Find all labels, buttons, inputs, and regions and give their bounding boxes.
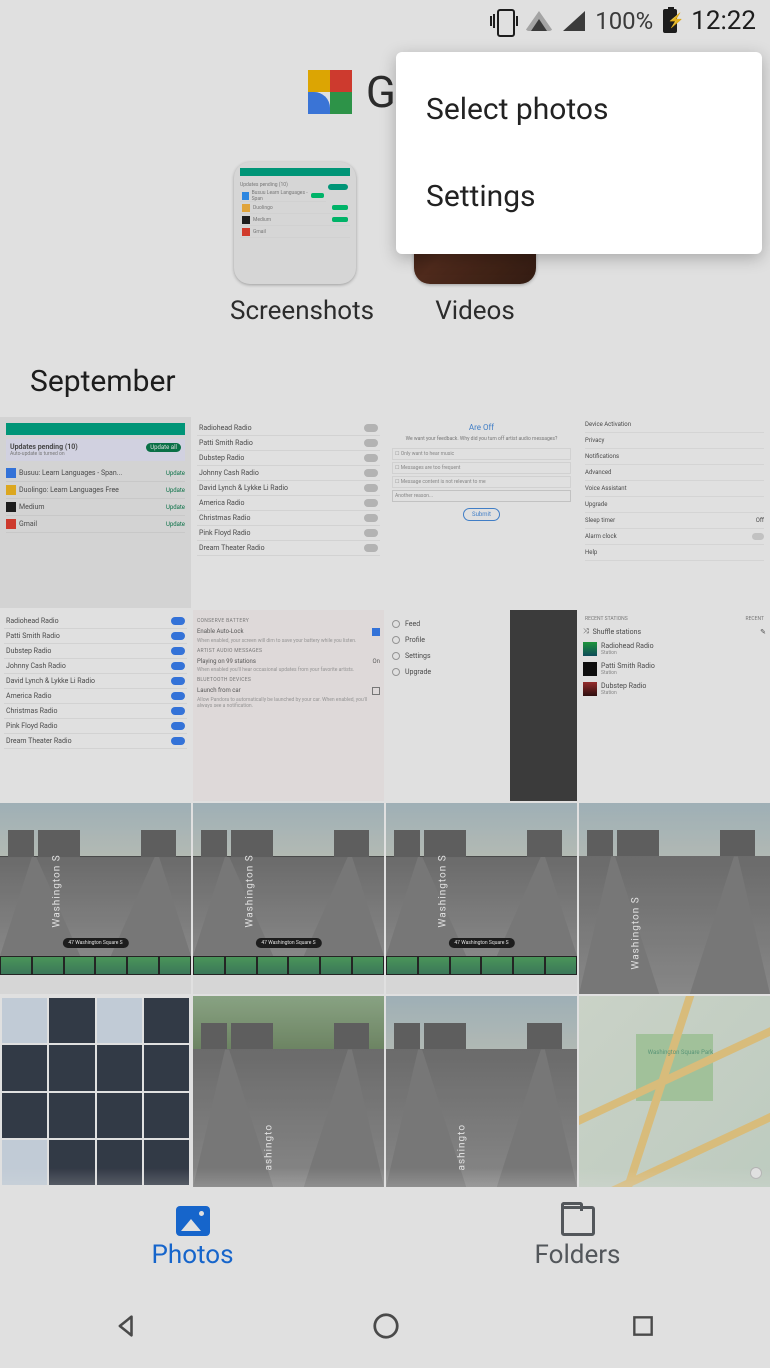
- grid-thumb[interactable]: RECENT STATIONS RECENT ⤨Shuffle stations…: [579, 610, 770, 801]
- grid-thumb[interactable]: Are Off We want your feedback. Why did y…: [386, 417, 577, 608]
- shortcut-screenshots[interactable]: Updates pending (10) Busuu Learn Languag…: [230, 162, 360, 326]
- grid-thumb[interactable]: Updates pending (10) Update allAuto-upda…: [0, 417, 191, 608]
- nav-home-icon[interactable]: [371, 1311, 401, 1345]
- shortcut-videos-label: Videos: [410, 296, 540, 326]
- photo-grid: Updates pending (10) Update allAuto-upda…: [0, 417, 770, 1187]
- grid-thumb[interactable]: ashingto: [193, 996, 384, 1187]
- battery-charging-icon: ⚡: [663, 9, 677, 33]
- status-bar: 100% ⚡ 12:22: [0, 0, 770, 42]
- wifi-icon: [525, 11, 553, 31]
- shortcut-screenshots-thumb: Updates pending (10) Busuu Learn Languag…: [234, 162, 356, 284]
- tab-photos-label: Photos: [151, 1240, 233, 1270]
- grid-thumb[interactable]: Feed Profile Settings Upgrade: [386, 610, 577, 801]
- tab-folders-label: Folders: [535, 1240, 621, 1270]
- cell-signal-icon: [563, 11, 585, 31]
- gallery-logo-icon: [308, 70, 352, 114]
- battery-percent: 100%: [595, 7, 653, 35]
- photos-icon: [176, 1206, 210, 1236]
- bottom-nav: Photos Folders: [0, 1188, 770, 1288]
- grid-thumb[interactable]: Washington S 47 Washington Square S: [386, 803, 577, 994]
- menu-select-photos[interactable]: Select photos: [396, 66, 762, 153]
- clock: 12:22: [691, 6, 756, 36]
- grid-thumb[interactable]: Radiohead Radio Patti Smith Radio Dubste…: [193, 417, 384, 608]
- overflow-menu: Select photos Settings: [396, 52, 762, 254]
- shortcut-screenshots-label: Screenshots: [230, 296, 360, 326]
- nav-recent-icon[interactable]: [630, 1313, 656, 1343]
- grid-thumb[interactable]: Device Activation Privacy Notifications …: [579, 417, 770, 608]
- nav-back-icon[interactable]: [114, 1312, 142, 1344]
- vibrate-icon: [493, 9, 515, 33]
- grid-thumb[interactable]: Washington S: [579, 803, 770, 994]
- folders-icon: [561, 1206, 595, 1236]
- menu-settings[interactable]: Settings: [396, 153, 762, 240]
- tab-photos[interactable]: Photos: [0, 1188, 385, 1288]
- grid-thumb[interactable]: Radiohead Radio Patti Smith Radio Dubste…: [0, 610, 191, 801]
- grid-thumb[interactable]: Washington S 47 Washington Square S: [0, 803, 191, 994]
- grid-thumb[interactable]: Washington S 47 Washington Square S: [193, 803, 384, 994]
- grid-thumb[interactable]: Washington Square Park: [579, 996, 770, 1187]
- android-nav-bar: [0, 1288, 770, 1368]
- grid-thumb[interactable]: ashingto: [386, 996, 577, 1187]
- section-september: September: [0, 336, 770, 417]
- grid-thumb[interactable]: CONSERVE BATTERY Enable Auto-Lock When e…: [193, 610, 384, 801]
- grid-thumb[interactable]: [0, 996, 191, 1187]
- tab-folders[interactable]: Folders: [385, 1188, 770, 1288]
